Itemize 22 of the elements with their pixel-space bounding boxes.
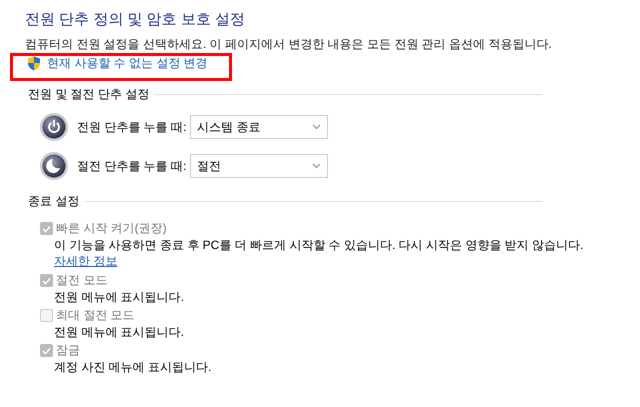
- change-settings-link[interactable]: 현재 사용할 수 없는 설정 변경: [47, 55, 208, 72]
- description-text: 컴퓨터의 전원 설정을 선택하세요. 이 페이지에서 변경한 내용은 모든 전원 관리 옵션에 적용됩니다.: [25, 36, 553, 52]
- chevron-icon: [312, 163, 321, 169]
- option-label: 최대 절전 모드: [56, 307, 135, 324]
- option-description: 계정 사진 메뉴에 표시됩니다.: [54, 359, 212, 375]
- shield-icon: [27, 56, 41, 71]
- moon-icon: [39, 151, 69, 181]
- option-label: 절전 모드: [56, 272, 108, 289]
- option-description: 전원 메뉴에 표시됩니다.: [54, 324, 186, 340]
- action-dropdown[interactable]: 절전: [190, 154, 328, 178]
- section-heading: 전원 및 절전 단추 설정: [28, 86, 150, 103]
- action-dropdown[interactable]: 시스템 종료: [190, 115, 328, 139]
- chevron-icon: [312, 124, 321, 130]
- option-description: 이 기능을 사용하면 종료 후 PC를 더 빠르게 시작할 수 있습니다. 다시 시작은 영향을 받지 않습니다.: [54, 237, 584, 253]
- option-label: 빠른 시작 켜기(권장): [56, 220, 167, 237]
- power-icon: [39, 112, 69, 142]
- button-label: 전원 단추를 누를 때:: [77, 118, 188, 136]
- option-description: 전원 메뉴에 표시됩니다.: [54, 289, 186, 305]
- option-label: 잠금: [56, 342, 80, 359]
- page-title: 전원 단추 정의 및 암호 보호 설정: [25, 10, 246, 30]
- button-label: 절전 단추를 누를 때:: [77, 158, 188, 174]
- section-heading: 종료 설정: [28, 193, 80, 210]
